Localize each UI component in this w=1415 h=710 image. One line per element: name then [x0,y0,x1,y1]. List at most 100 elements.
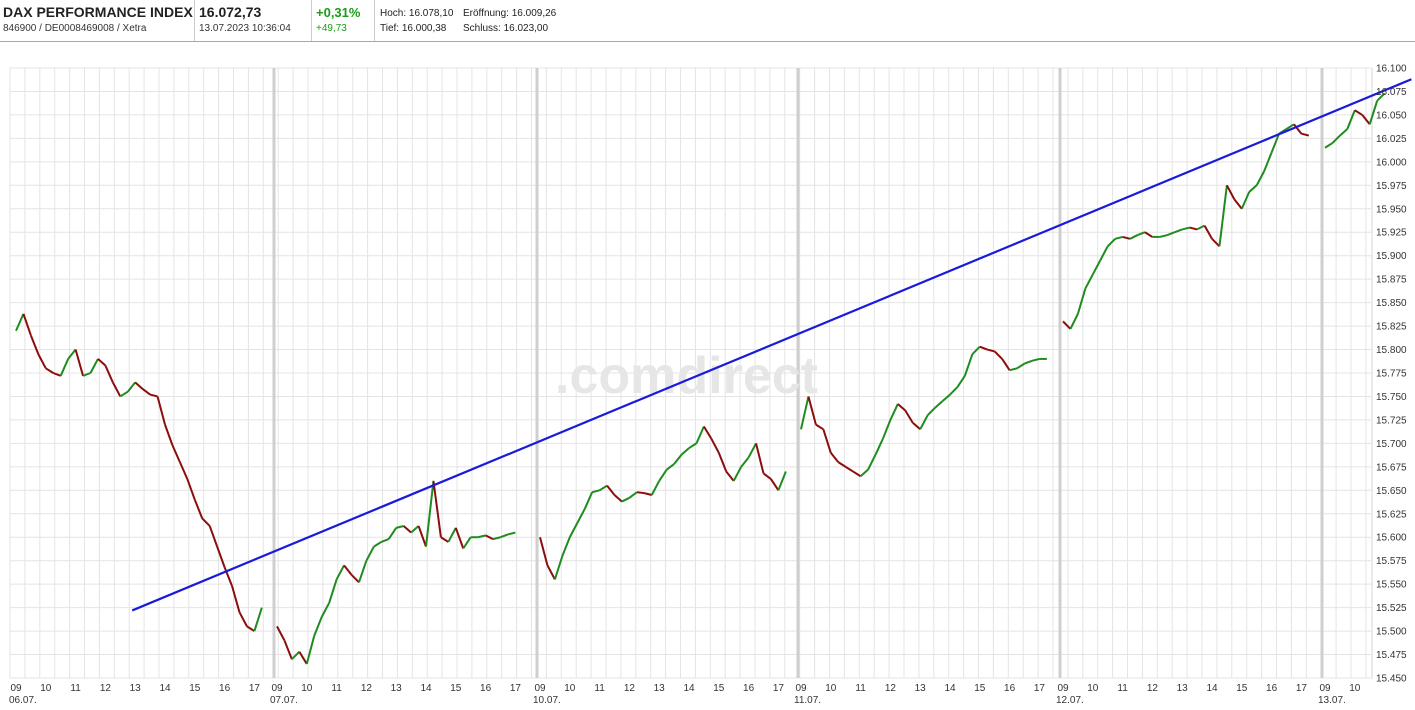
x-hour-label: 16 [480,683,492,694]
x-hour-label: 11 [855,683,866,694]
x-hour-label: 12 [100,683,112,694]
x-hour-label: 16 [743,683,755,694]
y-tick-label: 15.825 [1376,322,1407,333]
y-tick-label: 15.625 [1376,509,1407,520]
x-hour-label: 12 [361,683,373,694]
quote-header: DAX PERFORMANCE INDEX 846900 / DE0008469… [0,0,1415,42]
x-hour-label: 11 [594,683,605,694]
x-date-label: 13.07. [1318,695,1346,705]
y-tick-label: 15.950 [1376,204,1407,215]
x-date-label: 12.07. [1056,695,1084,705]
y-tick-label: 15.550 [1376,580,1407,591]
x-hour-label: 09 [1319,683,1331,694]
y-tick-label: 15.650 [1376,486,1407,497]
x-hour-label: 09 [1057,683,1069,694]
y-tick-label: 16.025 [1376,134,1407,145]
high-price: Hoch: 16.078,10 [380,8,454,19]
y-tick-label: 15.750 [1376,392,1407,403]
x-date-label: 10.07. [533,695,561,705]
y-tick-label: 15.450 [1376,674,1407,685]
x-hour-label: 14 [420,683,432,694]
last-price: 16.072,73 [199,4,262,20]
watermark-text: .comdirect [555,347,818,405]
x-hour-label: 15 [189,683,201,694]
x-hour-label: 15 [713,683,725,694]
x-hour-label: 10 [825,683,837,694]
x-hour-label: 13 [654,683,666,694]
y-tick-label: 16.050 [1376,110,1407,121]
y-tick-label: 15.725 [1376,415,1407,426]
x-hour-label: 16 [1004,683,1016,694]
y-tick-label: 16.000 [1376,157,1407,168]
low-price: Tief: 16.000,38 [380,23,447,34]
close-price: Schluss: 16.023,00 [463,23,549,34]
x-hour-label: 13 [130,683,142,694]
x-hour-label: 13 [391,683,403,694]
x-hour-label: 14 [683,683,695,694]
quote-timestamp: 13.07.2023 10:36:04 [199,23,291,34]
x-hour-label: 09 [10,683,22,694]
x-hour-label: 09 [534,683,546,694]
x-hour-label: 12 [885,683,897,694]
price-chart: .comdirect 15.450 15.475 15.500 15.525 15.55… [0,43,1415,706]
x-hour-label: 15 [450,683,462,694]
y-axis: 15.450 15.475 15.500 15.525 15.550 15.575 15.6… [1376,64,1407,685]
y-tick-label: 15.675 [1376,462,1407,473]
x-hour-label: 17 [773,683,785,694]
x-hour-label: 13 [915,683,927,694]
x-date-label: 07.07. [270,695,298,705]
y-tick-label: 16.075 [1376,87,1407,98]
y-tick-label: 15.775 [1376,369,1407,380]
x-hour-label: 13 [1177,683,1189,694]
y-tick-label: 15.925 [1376,228,1407,239]
x-hour-label: 17 [249,683,261,694]
y-tick-label: 15.525 [1376,603,1407,614]
instrument-info: DAX PERFORMANCE INDEX 846900 / DE0008469… [0,0,195,41]
x-hour-label: 12 [1147,683,1159,694]
price-chart-svg: .comdirect 15.450 15.475 15.500 15.525 15.55… [9,64,1412,706]
x-hour-label: 14 [1206,683,1218,694]
y-tick-label: 16.100 [1376,64,1407,75]
x-hour-label: 14 [159,683,171,694]
x-hour-label: 17 [510,683,522,694]
x-hour-label: 16 [1266,683,1278,694]
x-hour-label: 17 [1034,683,1046,694]
price-segment-down [636,491,645,495]
x-hour-label: 09 [271,683,283,694]
open-price: Eröffnung: 16.009,26 [463,8,557,19]
y-tick-label: 15.850 [1376,298,1407,309]
price-info: 16.072,73 13.07.2023 10:36:04 [195,0,312,41]
x-hour-label: 11 [331,683,342,694]
y-tick-label: 15.600 [1376,533,1407,544]
y-tick-label: 15.975 [1376,181,1407,192]
x-hour-label: 11 [70,683,81,694]
x-hour-label: 15 [974,683,986,694]
y-tick-label: 15.800 [1376,345,1407,356]
change-info: +0,31% +49,73 [312,0,375,41]
y-tick-label: 15.575 [1376,556,1407,567]
x-hour-label: 16 [219,683,231,694]
y-tick-label: 15.500 [1376,627,1407,638]
y-tick-label: 15.700 [1376,439,1407,450]
x-hour-label: 09 [795,683,807,694]
x-hour-label: 10 [40,683,52,694]
x-date-label: 11.07. [794,695,821,705]
x-hour-label: 12 [624,683,636,694]
x-hour-label: 17 [1296,683,1308,694]
y-tick-label: 15.900 [1376,251,1407,262]
x-hour-label: 10 [564,683,576,694]
x-hour-label: 14 [944,683,956,694]
change-percent: +0,31% [316,5,361,20]
change-absolute: +49,73 [316,23,347,34]
x-hour-label: 11 [1117,683,1128,694]
x-axis: 09 10 11 12 13 14 15 16 1706.07.09 10 11 12 13 14 15 16… [9,683,1361,706]
x-date-label: 06.07. [9,695,37,705]
instrument-name: DAX PERFORMANCE INDEX [3,4,193,20]
instrument-identifiers: 846900 / DE0008469008 / Xetra [3,23,147,34]
y-tick-label: 15.875 [1376,275,1407,286]
x-hour-label: 10 [1087,683,1099,694]
x-hour-label: 10 [1349,683,1361,694]
x-hour-label: 10 [301,683,313,694]
y-tick-label: 15.475 [1376,650,1407,661]
price-details: Hoch: 16.078,10 Eröffnung: 16.009,26 Tie… [375,0,675,41]
